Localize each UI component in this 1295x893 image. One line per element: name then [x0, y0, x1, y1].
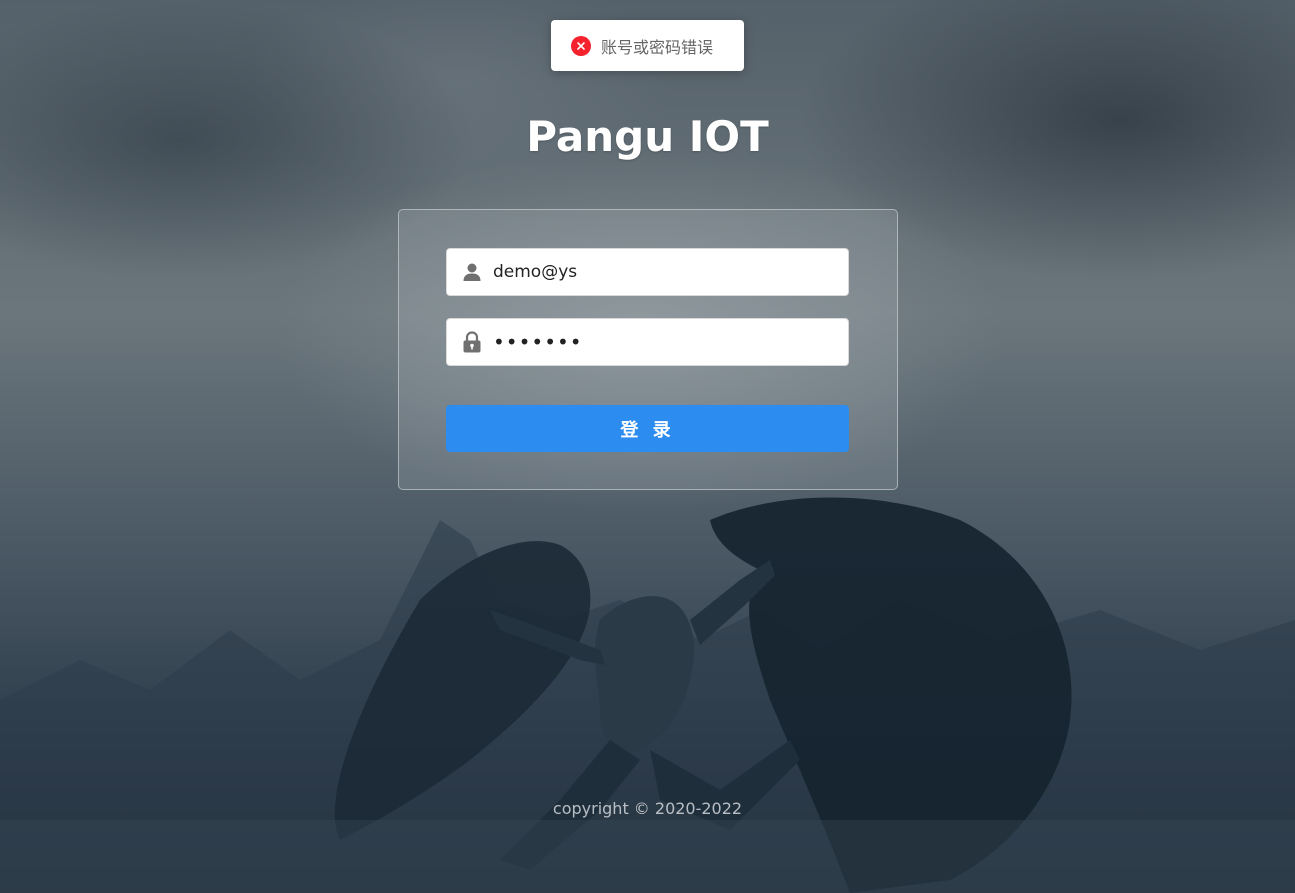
lock-icon: [461, 331, 483, 353]
error-message: 账号或密码错误: [601, 37, 714, 57]
copyright-text: copyright © 2020-2022: [552, 799, 743, 818]
user-icon: [461, 261, 483, 283]
username-field[interactable]: [446, 248, 849, 296]
username-input[interactable]: [493, 262, 823, 282]
login-button[interactable]: 登 录: [446, 405, 849, 452]
password-field[interactable]: [446, 318, 849, 366]
password-input[interactable]: [493, 330, 823, 354]
app-title: Pangu IOT: [526, 112, 769, 161]
login-card: 登 录: [398, 209, 898, 490]
error-icon: [571, 35, 591, 56]
error-toast: 账号或密码错误: [551, 20, 744, 71]
